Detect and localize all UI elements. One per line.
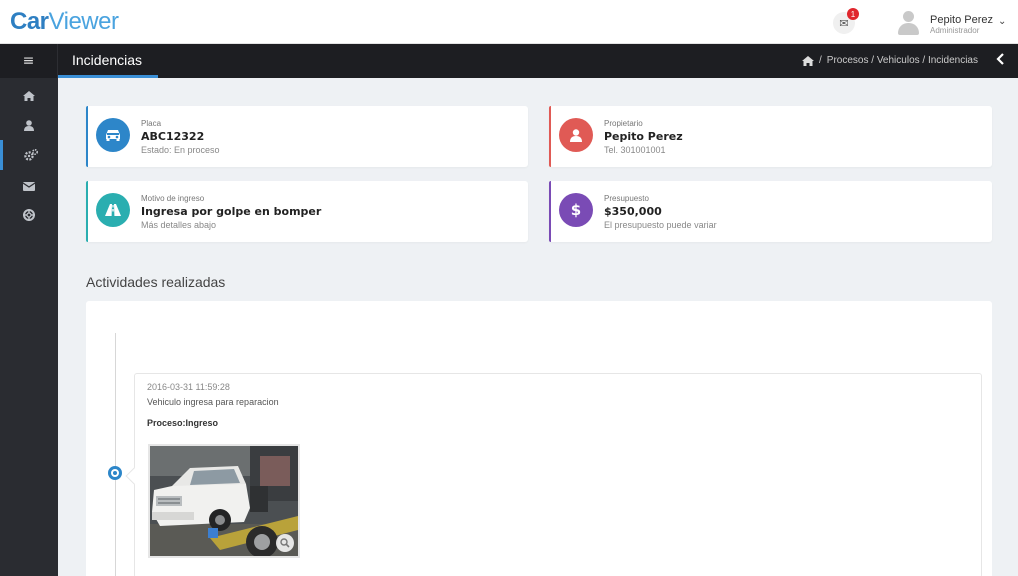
chevron-down-icon[interactable]: ⌄ <box>998 16 1006 27</box>
envelope-icon <box>23 181 35 191</box>
notification-badge: 1 <box>847 8 859 20</box>
plate-card: Placa ABC12322 Estado: En proceso <box>86 106 528 167</box>
vehicle-photo-thumbnail[interactable] <box>148 444 300 558</box>
notifications-button[interactable]: ✉ 1 <box>833 8 859 34</box>
activities-timeline: 2016-03-31 11:59:28 Vehiculo ingresa par… <box>86 301 992 576</box>
owner-label: Propietario <box>604 119 643 128</box>
plate-value: ABC12322 <box>141 130 205 143</box>
reason-value: Ingresa por golpe en bomper <box>141 205 322 218</box>
breadcrumb: / Procesos / Vehiculos / Incidencias <box>802 55 978 66</box>
avatar[interactable] <box>897 11 919 35</box>
owner-value: Pepito Perez <box>604 130 683 143</box>
reason-card: Motivo de ingreso Ingresa por golpe en b… <box>86 181 528 242</box>
activities-title: Actividades realizadas <box>86 274 226 290</box>
event-timestamp: 2016-03-31 11:59:28 <box>147 382 230 392</box>
sidebar <box>0 78 58 576</box>
chevron-left-icon <box>996 53 1004 65</box>
home-icon[interactable] <box>802 55 815 66</box>
budget-note: El presupuesto puede variar <box>604 220 717 230</box>
app-logo[interactable]: CarViewer <box>10 8 119 36</box>
cogs-icon <box>23 149 38 161</box>
user-icon <box>24 119 34 131</box>
owner-phone: Tel. 301001001 <box>604 145 666 155</box>
user-icon <box>559 118 593 152</box>
budget-card: $ Presupuesto $350,000 El presupuesto pu… <box>549 181 992 242</box>
budget-value: $350,000 <box>604 205 662 218</box>
lifebuoy-icon <box>23 209 35 221</box>
timeline-marker <box>108 466 122 480</box>
breadcrumb-separator: / <box>819 55 822 66</box>
collapse-panel-button[interactable] <box>996 53 1004 68</box>
title-bar: ≡ Incidencias / Procesos / Vehiculos / I… <box>0 44 1018 78</box>
sidebar-item-support[interactable] <box>0 200 58 230</box>
menu-toggle-button[interactable]: ≡ <box>0 44 58 78</box>
user-role: Administrador <box>930 26 980 35</box>
hamburger-icon: ≡ <box>22 53 35 69</box>
sidebar-item-users[interactable] <box>0 110 58 140</box>
sidebar-item-home[interactable] <box>0 81 58 111</box>
timeline-line <box>115 333 116 576</box>
user-name[interactable]: Pepito Perez <box>930 14 993 26</box>
car-icon <box>96 118 130 152</box>
breadcrumb-path[interactable]: Procesos / Vehiculos / Incidencias <box>827 55 978 66</box>
timeline-event: 2016-03-31 11:59:28 Vehiculo ingresa par… <box>134 373 982 576</box>
owner-card: Propietario Pepito Perez Tel. 301001001 <box>549 106 992 167</box>
page-title: Incidencias <box>72 52 143 68</box>
dollar-icon: $ <box>559 193 593 227</box>
sidebar-item-processes[interactable] <box>0 140 58 170</box>
plate-status: Estado: En proceso <box>141 145 220 155</box>
envelope-icon: ✉ <box>839 16 849 30</box>
home-icon <box>23 91 35 101</box>
event-process: Proceso:Ingreso <box>147 418 219 428</box>
budget-label: Presupuesto <box>604 194 649 203</box>
reason-details: Más detalles abajo <box>141 220 217 230</box>
event-description: Vehiculo ingresa para reparacion <box>147 397 279 407</box>
zoom-icon[interactable] <box>276 534 294 552</box>
road-icon <box>96 193 130 227</box>
main-content: Placa ABC12322 Estado: En proceso Propie… <box>58 78 1018 576</box>
sidebar-item-messages[interactable] <box>0 171 58 201</box>
top-header: CarViewer ✉ 1 Pepito Perez Administrador… <box>0 0 1018 44</box>
reason-label: Motivo de ingreso <box>141 194 205 203</box>
plate-label: Placa <box>141 119 162 128</box>
